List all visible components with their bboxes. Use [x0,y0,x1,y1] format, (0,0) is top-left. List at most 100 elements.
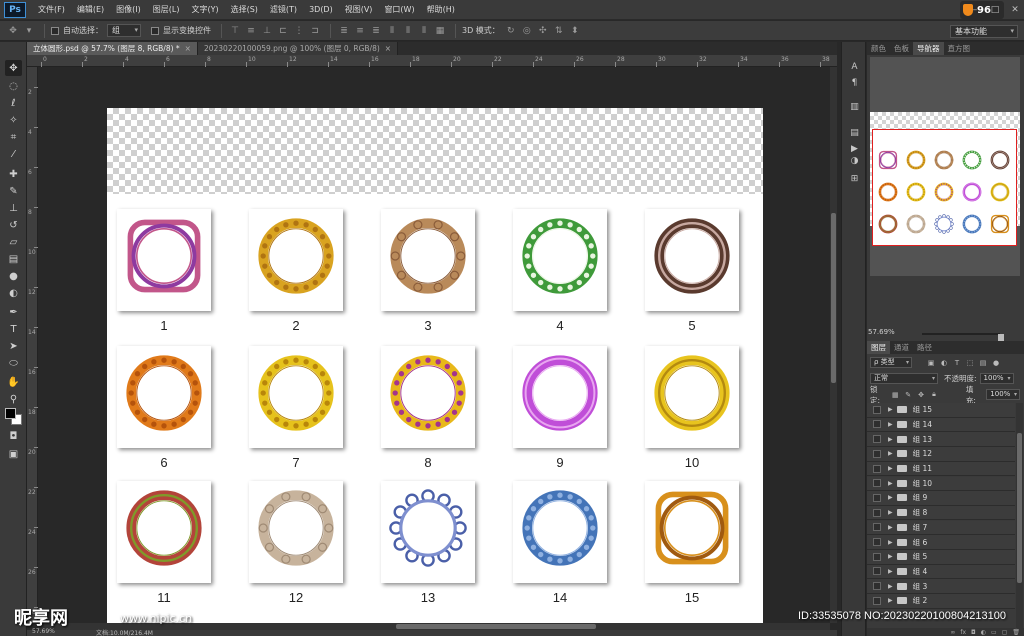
layer-row[interactable]: ▶ 组 13 [867,432,1015,447]
layer-row[interactable]: ▶ 组 9 [867,491,1015,506]
frame-thumbnail[interactable] [513,481,607,583]
restore-icon[interactable]: □ [986,3,1004,17]
path-select-icon[interactable]: ➤ [5,338,22,354]
history-brush-icon[interactable]: ↺ [5,217,22,233]
frame-thumbnail[interactable] [117,209,211,311]
healing-brush-icon[interactable]: ✚ [5,166,22,182]
pan-3d-icon[interactable]: ✣ [536,25,550,37]
expand-arrow-icon[interactable]: ▶ [888,568,893,575]
layer-style-icon[interactable]: fx [960,629,966,636]
menu-view[interactable]: 视图(V) [339,4,379,15]
filter-toggle-icon[interactable]: ● [991,358,1001,368]
visibility-toggle[interactable] [873,508,881,517]
hand-tool-icon[interactable]: ✋ [5,374,22,390]
navigator-zoom[interactable]: 57.69% [868,328,895,336]
distribute-middle-icon[interactable]: ≡ [353,25,367,37]
navigator-preview[interactable] [870,57,1020,276]
quick-mask-icon[interactable]: ◘ [5,428,22,444]
history-panel-icon[interactable]: ▤ [847,126,862,140]
paragraph-panel-icon[interactable]: ¶ [847,76,862,90]
blur-tool-icon[interactable]: ● [5,268,22,284]
frame-thumbnail[interactable] [513,346,607,448]
visibility-toggle[interactable] [873,420,881,429]
visibility-toggle[interactable] [873,538,881,547]
screen-mode-icon[interactable]: ▣ [5,446,22,462]
layer-row[interactable]: ▶ 组 11 [867,461,1015,477]
expand-arrow-icon[interactable]: ▶ [888,539,893,546]
tab-document-png[interactable]: 20230220100059.png @ 100% (图层 0, RGB/8) × [197,42,399,55]
move-tool-icon[interactable]: ✥ [6,25,20,37]
frame-thumbnail[interactable] [645,346,739,448]
frame-thumbnail[interactable] [381,346,475,448]
menu-image[interactable]: 图像(I) [110,4,147,15]
new-adjustment-icon[interactable]: ◐ [981,629,986,636]
navigator-view-box[interactable] [872,129,1017,246]
menu-edit[interactable]: 编辑(E) [71,4,110,15]
marquee-tool-icon[interactable]: ◌ [5,78,22,94]
brush-tool-icon[interactable]: ✎ [5,183,22,199]
tab-paths[interactable]: 路径 [913,341,936,354]
scroll-thumb[interactable] [831,213,836,383]
layer-row[interactable]: ▶ 组 2 [867,594,1015,609]
lock-pixels-icon[interactable]: ✎ [903,390,913,400]
tab-navigator[interactable]: 导航器 [913,42,944,55]
clone-stamp-icon[interactable]: ⊥ [5,200,22,216]
auto-select-checkbox[interactable] [51,26,59,35]
lock-all-icon[interactable]: 🔒︎ [929,390,939,400]
frame-thumbnail[interactable] [249,346,343,448]
vertical-scrollbar[interactable] [830,67,837,623]
visibility-toggle[interactable] [873,552,881,561]
type-filter-icon[interactable]: T [952,358,962,368]
adjustments-panel-icon[interactable]: ◑ [847,154,862,168]
delete-layer-icon[interactable]: 🗑︎ [1012,629,1020,636]
zoom-tool-icon[interactable]: ⚲ [5,391,22,407]
visibility-toggle[interactable] [873,523,881,532]
new-group-icon[interactable]: ▭ [991,629,997,636]
layer-row[interactable]: ▶ 组 14 [867,417,1015,433]
layer-row[interactable]: ▶ 组 8 [867,505,1015,521]
lock-position-icon[interactable]: ✥ [916,390,926,400]
distribute-right-icon[interactable]: ⫴ [417,25,431,37]
slide-3d-icon[interactable]: ⇅ [552,25,566,37]
visibility-toggle[interactable] [873,582,881,591]
visibility-toggle[interactable] [873,479,881,488]
frame-thumbnail[interactable] [117,346,211,448]
zoom-slider[interactable] [922,333,1004,342]
align-left-icon[interactable]: ⊏ [276,25,290,37]
menu-type[interactable]: 文字(Y) [185,4,224,15]
rotate-3d-icon[interactable]: ↻ [504,25,518,37]
dodge-tool-icon[interactable]: ◐ [5,285,22,301]
expand-arrow-icon[interactable]: ▶ [888,421,893,428]
layer-scrollbar[interactable] [1016,403,1023,628]
lasso-tool-icon[interactable]: ℓ [5,95,22,111]
expand-arrow-icon[interactable]: ▶ [888,480,893,487]
frame-thumbnail[interactable] [117,481,211,583]
frame-thumbnail[interactable] [645,209,739,311]
type-tool-icon[interactable]: T [5,321,22,337]
show-transform-checkbox[interactable] [151,26,159,35]
canvas-area[interactable]: 1 2 3 4 5 6 7 8 9 10 11 12 13 14 15 [38,67,830,623]
expand-arrow-icon[interactable]: ▶ [888,583,893,590]
new-layer-icon[interactable]: ▢ [1002,629,1008,636]
character-panel-icon[interactable]: A [847,60,862,74]
menu-file[interactable]: 文件(F) [32,4,71,15]
expand-arrow-icon[interactable]: ▶ [888,524,893,531]
expand-arrow-icon[interactable]: ▶ [888,597,893,604]
close-icon[interactable]: × [385,44,391,53]
foreground-color-swatch[interactable] [5,408,16,419]
chevron-down-icon[interactable]: ▾ [22,25,36,37]
workspace-dropdown[interactable]: 基本功能 [950,25,1018,38]
fill-input[interactable]: 100% [986,389,1020,400]
add-mask-icon[interactable]: ◘ [971,629,976,636]
scroll-thumb[interactable] [1017,433,1022,583]
tab-layers[interactable]: 图层 [867,341,890,354]
frame-thumbnail[interactable] [381,209,475,311]
menu-select[interactable]: 选择(S) [225,4,264,15]
move-tool-icon[interactable]: ✥ [5,60,22,76]
visibility-toggle[interactable] [873,405,881,414]
align-top-icon[interactable]: ⊤ [228,25,242,37]
distribute-top-icon[interactable]: ≣ [337,25,351,37]
menu-help[interactable]: 帮助(H) [421,4,461,15]
visibility-toggle[interactable] [873,596,881,605]
frame-thumbnail[interactable] [249,481,343,583]
